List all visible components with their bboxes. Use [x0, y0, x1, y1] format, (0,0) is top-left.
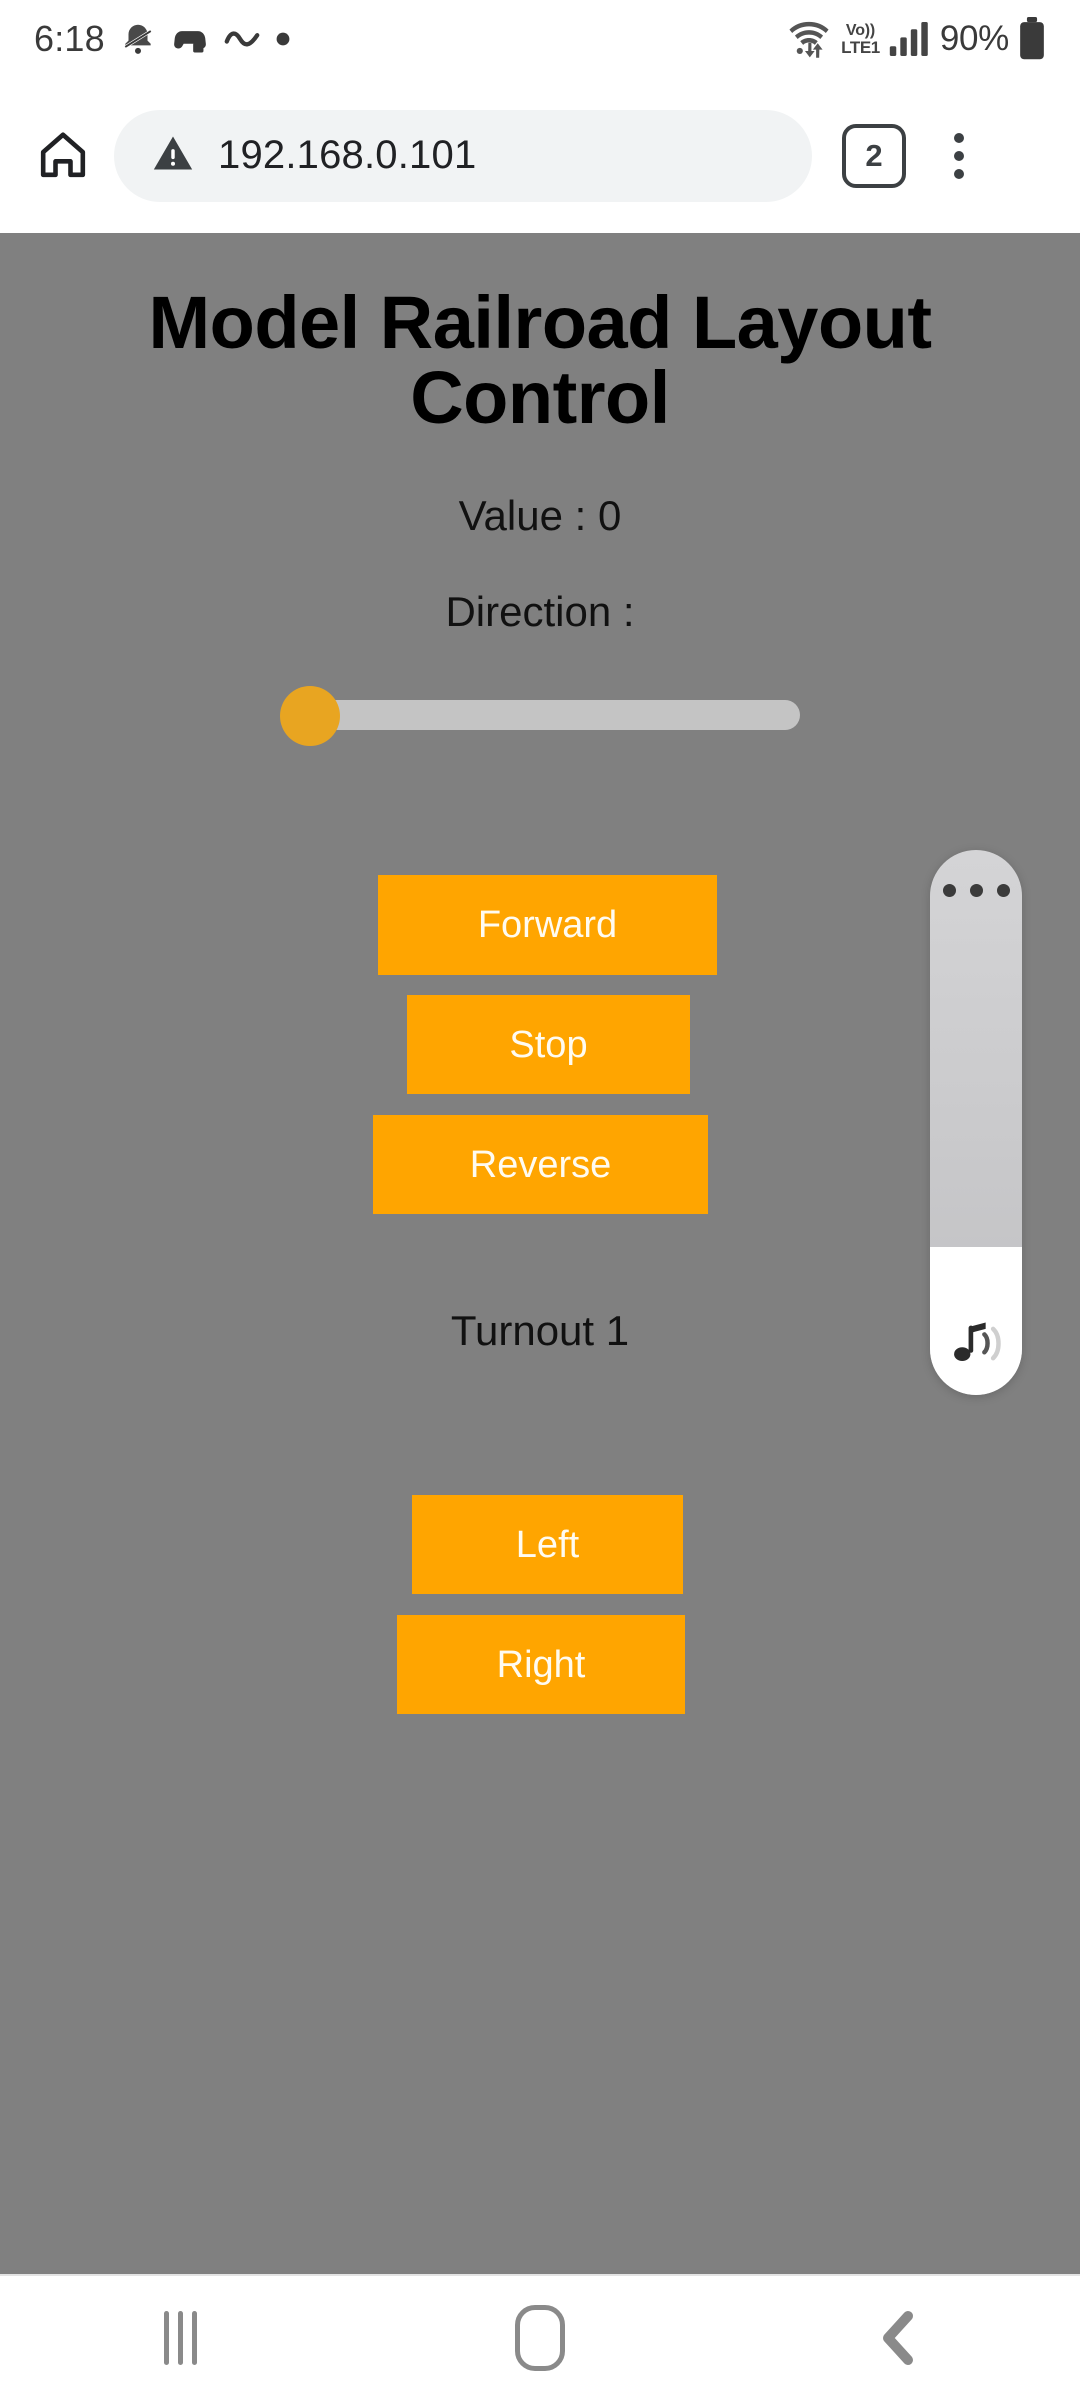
direction-label: Direction : [445, 587, 635, 635]
mute-alarm-icon [119, 20, 157, 58]
browser-toolbar: 192.168.0.101 2 [0, 78, 1080, 233]
wave-icon [223, 26, 261, 52]
not-secure-warning-icon[interactable] [150, 130, 196, 181]
more-options-dots-icon[interactable] [930, 884, 1022, 897]
turnout-label: Turnout 1 [450, 1307, 630, 1354]
home-icon[interactable] [26, 119, 100, 193]
dot-icon [275, 31, 291, 47]
speed-slider[interactable] [0, 676, 1080, 746]
status-bar: 6:18 Vo)) LTE1 90% [0, 0, 1080, 78]
url-text[interactable]: 192.168.0.101 [218, 133, 476, 178]
status-bar-left: 6:18 [34, 18, 291, 60]
status-bar-right: Vo)) LTE1 90% [784, 17, 1046, 61]
speed-slider-thumb[interactable] [280, 685, 340, 746]
media-volume-music-icon[interactable] [930, 1319, 1022, 1371]
speed-slider-track[interactable] [285, 699, 800, 730]
page-title: Model Railroad Layout Control [148, 281, 932, 440]
turnout-left-button[interactable]: Left [412, 1495, 683, 1594]
stop-button[interactable]: Stop [407, 995, 690, 1094]
tab-counter-button[interactable]: 2 [842, 123, 906, 188]
system-navigation-bar [0, 2274, 1080, 2400]
battery-percent: 90% [939, 19, 1009, 58]
reverse-button[interactable]: Reverse [373, 1115, 708, 1214]
forward-button[interactable]: Forward [378, 875, 717, 975]
web-page-viewport: Model Railroad Layout Control Value : 0 … [0, 233, 1080, 2274]
volte-indicator: Vo)) LTE1 [841, 21, 880, 57]
turnout-right-button[interactable]: Right [397, 1615, 685, 1714]
game-controller-icon [171, 20, 209, 58]
recents-icon[interactable] [0, 2275, 360, 2401]
url-bar[interactable]: 192.168.0.101 [114, 109, 812, 202]
value-readout: Value : 0 [458, 491, 622, 539]
back-chevron-icon[interactable] [720, 2275, 1080, 2401]
signal-bars-icon [889, 20, 931, 58]
kebab-menu-icon[interactable] [924, 121, 994, 191]
home-button-icon[interactable] [360, 2275, 720, 2401]
volume-slider-panel[interactable] [930, 850, 1022, 1395]
status-bar-clock: 6:18 [34, 18, 105, 59]
wifi-data-icon [784, 18, 834, 60]
battery-full-icon [1018, 17, 1046, 61]
